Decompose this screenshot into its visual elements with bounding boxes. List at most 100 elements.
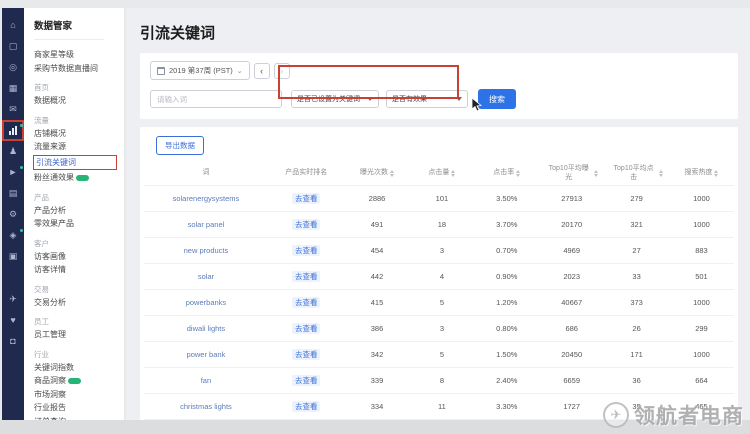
keyword-search-input[interactable]	[150, 90, 282, 108]
sidebar-section-label: 首页	[34, 82, 124, 94]
view-rank-link[interactable]: 去查看	[292, 349, 321, 360]
sidebar-item[interactable]: 行业报告	[34, 401, 124, 415]
column-header[interactable]: 点击量	[409, 168, 474, 177]
view-rank-link[interactable]: 去查看	[292, 401, 321, 412]
sidebar-item[interactable]: 采购节数据直播间	[34, 62, 124, 76]
message-icon[interactable]: ✉	[5, 102, 21, 117]
sidebar-item[interactable]: 数据概况	[34, 94, 124, 108]
shop-icon[interactable]: ◈	[5, 228, 21, 243]
impressions-value: 442	[345, 272, 410, 281]
effect-filter-dropdown[interactable]: 是否有效果	[386, 90, 468, 108]
prev-week-button[interactable]: ‹	[254, 63, 270, 79]
sort-icon[interactable]	[594, 170, 598, 177]
view-rank-link[interactable]: 去查看	[292, 271, 321, 282]
popularity-value: 1000	[669, 220, 734, 229]
table-row: solarenergysystems去查看28861013.50%2791327…	[144, 185, 734, 211]
keyword-link[interactable]: diwali lights	[187, 324, 225, 333]
top10_impressions-value: 686	[539, 324, 604, 333]
keyword-link[interactable]: powerbanks	[186, 298, 226, 307]
keyword-link[interactable]: fan	[201, 376, 211, 385]
target-icon[interactable]: ◎	[5, 60, 21, 75]
bar-chart-icon[interactable]	[5, 123, 21, 138]
search-button[interactable]: 搜索	[478, 89, 516, 109]
heart-icon[interactable]: ♥	[5, 313, 21, 328]
sidebar-item[interactable]: 粉丝通效果	[34, 171, 124, 185]
week-picker-value: 2019 第37周 (PST)	[169, 65, 233, 76]
sidebar-item[interactable]: 关键词指数	[34, 361, 124, 375]
sidebar-title: 数据管家	[34, 18, 124, 32]
top10_impressions-value: 20450	[539, 350, 604, 359]
view-rank-link[interactable]: 去查看	[292, 245, 321, 256]
next-week-button[interactable]: ›	[274, 63, 290, 79]
sidebar-item[interactable]: 商家星等级	[34, 48, 124, 62]
sidebar-item[interactable]: 市场洞察	[34, 388, 124, 402]
impressions-value: 342	[345, 350, 410, 359]
keyword-link[interactable]: solar panel	[188, 220, 225, 229]
column-header[interactable]: 搜索热度	[669, 168, 734, 177]
monitor-icon[interactable]: ▢	[5, 39, 21, 54]
clicks-value: 5	[409, 298, 474, 307]
view-rank-link[interactable]: 去查看	[292, 375, 321, 386]
table-row: powerbanks去查看41551.20%406673731000	[144, 289, 734, 315]
sidebar-item[interactable]: 零效果产品	[34, 217, 124, 231]
sidebar-item-label: 访客详情	[34, 263, 66, 277]
impressions-value: 491	[345, 220, 410, 229]
sidebar-item[interactable]: 访客画像	[34, 250, 124, 264]
divider	[34, 39, 104, 40]
sort-icon[interactable]	[714, 170, 718, 177]
share-arrow-icon[interactable]: ►	[5, 165, 21, 180]
sort-icon[interactable]	[390, 170, 394, 177]
sort-icon[interactable]	[516, 170, 520, 177]
sort-icon[interactable]	[451, 170, 455, 177]
sort-icon[interactable]	[659, 170, 663, 177]
column-header[interactable]: Top10平均点击	[604, 164, 669, 182]
gear-icon[interactable]: ⚙	[5, 207, 21, 222]
table-row: fan去查看33982.40%665936664	[144, 367, 734, 393]
table-row: new products去查看45430.70%496927883	[144, 237, 734, 263]
clicks-value: 101	[409, 194, 474, 203]
briefcase-icon[interactable]: ▣	[5, 249, 21, 264]
sidebar-item[interactable]: 店铺概况	[34, 127, 124, 141]
home-icon[interactable]: ⌂	[5, 18, 21, 33]
export-data-button[interactable]: 导出数据	[156, 136, 204, 155]
view-rank-link[interactable]: 去查看	[292, 219, 321, 230]
view-rank-link[interactable]: 去查看	[292, 323, 321, 334]
impressions-value: 454	[345, 246, 410, 255]
ctr-value: 3.50%	[474, 194, 539, 203]
view-rank-link[interactable]: 去查看	[292, 297, 321, 308]
keyword-link[interactable]: solar	[198, 272, 214, 281]
keyword-link[interactable]: christmas lights	[180, 402, 232, 411]
sidebar-item[interactable]: 流量来源	[34, 140, 124, 154]
top10_clicks-value: 36	[604, 376, 669, 385]
sidebar-item[interactable]: 员工管理	[34, 328, 124, 342]
popularity-value: 1000	[669, 194, 734, 203]
sidebar-item-label: 流量来源	[34, 140, 66, 154]
view-rank-link[interactable]: 去查看	[292, 193, 321, 204]
sidebar-item[interactable]: 交易分析	[34, 296, 124, 310]
building-icon[interactable]: ▤	[5, 186, 21, 201]
table-row: solar去查看44240.90%202333501	[144, 263, 734, 289]
sidebar-item[interactable]: 商品洞察	[34, 374, 124, 388]
sidebar-section-label: 员工	[34, 316, 124, 328]
sidebar-item[interactable]: 产品分析	[34, 204, 124, 218]
sidebar-item[interactable]: 访客详情	[34, 263, 124, 277]
sidebar-section-label: 流量	[34, 115, 124, 127]
camera-icon[interactable]: ◘	[5, 334, 21, 349]
keyword-link[interactable]: power bank	[187, 350, 226, 359]
keyword-set-filter-dropdown[interactable]: 是否已设置为关键词	[291, 90, 379, 108]
apps-grid-icon[interactable]: ▦	[5, 81, 21, 96]
keyword-link[interactable]: solarenergysystems	[173, 194, 240, 203]
top10_clicks-value: 279	[604, 194, 669, 203]
paper-plane-icon[interactable]: ✈	[5, 292, 21, 307]
impressions-value: 339	[345, 376, 410, 385]
popularity-value: 299	[669, 324, 734, 333]
column-header[interactable]: 曝光次数	[345, 168, 410, 177]
week-picker[interactable]: 2019 第37周 (PST) ⌄	[150, 61, 250, 80]
user-icon[interactable]: ♟	[5, 144, 21, 159]
column-header[interactable]: 点击率	[474, 168, 539, 177]
filter-panel: 2019 第37周 (PST) ⌄ ‹ › 是否已设置为关键词 是否有效果 搜索	[140, 53, 738, 119]
sidebar-item[interactable]: 引流关键词	[34, 156, 116, 170]
ctr-value: 0.80%	[474, 324, 539, 333]
column-header[interactable]: Top10平均曝光	[539, 164, 604, 182]
keyword-link[interactable]: new products	[184, 246, 229, 255]
